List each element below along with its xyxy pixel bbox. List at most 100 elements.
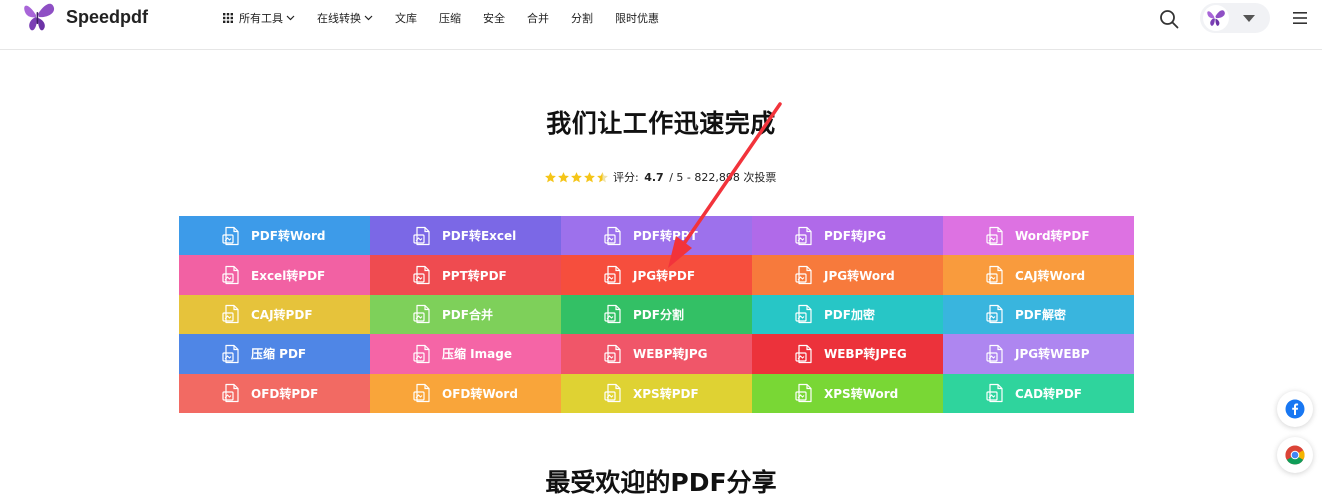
excel-to-pdf-icon [222, 265, 239, 285]
user-menu[interactable] [1200, 3, 1270, 33]
tool-tile[interactable]: PDF转Excel [370, 216, 561, 256]
tool-label: PDF分割 [633, 307, 684, 322]
pdf-to-jpg-icon [795, 226, 812, 245]
rating-stars [544, 171, 609, 184]
nav-label: 文库 [395, 12, 417, 25]
tool-label: PDF合并 [442, 307, 493, 322]
tool-label: PPT转PDF [442, 268, 507, 283]
tool-label: PDF转Word [251, 229, 326, 244]
butterfly-logo-icon [24, 3, 55, 31]
tool-tile[interactable]: 压缩 PDF [179, 334, 370, 374]
tool-label: Excel转PDF [251, 268, 326, 283]
chrome-icon [1285, 445, 1305, 465]
nav-limited-offer[interactable]: 限时优惠 [615, 10, 659, 26]
section-heading: 最受欢迎的PDF分享 [545, 468, 777, 497]
tool-label: WEBP转JPG [633, 347, 708, 362]
nav-merge[interactable]: 合并 [527, 10, 549, 26]
search-icon[interactable] [1158, 8, 1180, 30]
chrome-extension-button[interactable] [1277, 437, 1313, 473]
star-icon [571, 171, 582, 182]
rating-line: 评分: 4.7 / 5 - 822,898 次投票 [544, 169, 776, 185]
nav-label: 限时优惠 [615, 12, 659, 25]
tool-tile[interactable]: PDF分割 [561, 294, 752, 335]
chevron-down-icon [364, 15, 373, 21]
tool-label: OFD转Word [442, 386, 518, 401]
word-to-pdf-icon [986, 226, 1003, 245]
nav-compress[interactable]: 压缩 [439, 10, 461, 26]
tool-tile[interactable]: Excel转PDF [179, 255, 370, 295]
nav-label: 压缩 [439, 12, 461, 25]
tool-tile[interactable]: WEBP转JPEG [752, 334, 943, 374]
nav-all-tools[interactable]: 所有工具 [220, 10, 295, 26]
nav-security[interactable]: 安全 [483, 10, 505, 26]
page-title: 我们让工作迅速完成 [546, 109, 776, 138]
tool-tile[interactable]: 压缩 Image [370, 334, 561, 374]
tool-label: JPG转Word [824, 268, 895, 283]
tool-tile[interactable]: Word转PDF [943, 216, 1134, 256]
tool-tile[interactable]: PDF转Word [179, 216, 370, 256]
webp-to-jpeg-icon [795, 344, 812, 363]
tool-tile[interactable]: CAJ转PDF [179, 294, 370, 335]
star-icon [545, 171, 556, 182]
ppt-to-pdf-icon [413, 265, 430, 285]
tool-tile[interactable]: XPS转PDF [561, 373, 752, 413]
butterfly-avatar-icon [1207, 10, 1225, 26]
logo[interactable]: Speedpdf [22, 2, 148, 32]
tool-tile[interactable]: PDF解密 [943, 294, 1134, 335]
ofd-to-pdf-icon [222, 384, 239, 403]
tool-label: PDF转JPG [824, 229, 887, 244]
tool-tile[interactable]: PDF加密 [752, 294, 943, 335]
caj-to-pdf-icon [222, 305, 239, 324]
tool-tile[interactable]: PDF合并 [370, 294, 561, 335]
pdf-to-ppt-icon [604, 226, 621, 245]
webp-to-jpg-icon [604, 344, 621, 363]
tool-tile[interactable]: OFD转Word [370, 373, 561, 413]
pdf-to-word-icon [222, 226, 239, 245]
tool-tile[interactable]: JPG转PDF [561, 255, 752, 295]
hamburger-menu-icon[interactable] [1292, 10, 1308, 26]
unlock-icon [986, 305, 1003, 324]
tool-tile[interactable]: CAD转PDF [943, 373, 1134, 413]
facebook-icon [1285, 399, 1305, 419]
xps-to-pdf-icon [604, 384, 621, 403]
facebook-share-button[interactable] [1277, 391, 1313, 427]
tool-tile[interactable]: PDF转PPT [561, 216, 752, 256]
chevron-down-icon [286, 15, 295, 21]
xps-to-word-icon [795, 384, 812, 403]
tool-tile[interactable]: CAJ转Word [943, 255, 1134, 295]
pdf-to-excel-icon [413, 226, 430, 245]
tool-tile[interactable]: PDF转JPG [752, 216, 943, 256]
cad-to-pdf-icon [986, 384, 1003, 403]
jpg-to-webp-icon [986, 344, 1003, 363]
tool-tile[interactable]: WEBP转JPG [561, 334, 752, 374]
nav-label: 在线转换 [317, 12, 361, 25]
tool-label: XPS转Word [824, 386, 899, 401]
top-header: Speedpdf 所有工具 在线转换 文库 压缩 安全 合并 分割 限时优惠 [0, 0, 1322, 50]
avatar [1203, 5, 1229, 31]
tool-tile[interactable]: JPG转Word [752, 255, 943, 295]
compress-pdf-icon [222, 344, 239, 363]
half-star-icon [597, 171, 608, 182]
tool-label: XPS转PDF [633, 386, 699, 401]
nav-online-convert[interactable]: 在线转换 [317, 10, 373, 26]
main-nav: 所有工具 在线转换 文库 压缩 安全 合并 分割 限时优惠 [220, 10, 681, 26]
nav-label: 分割 [571, 12, 593, 25]
tool-label: CAJ转PDF [251, 307, 313, 322]
grid-icon [223, 13, 233, 23]
tool-label: CAD转PDF [1015, 386, 1083, 401]
nav-library[interactable]: 文库 [395, 10, 417, 26]
tool-tile[interactable]: XPS转Word [752, 373, 943, 413]
tool-label: 压缩 Image [442, 347, 512, 362]
tool-tile[interactable]: JPG转WEBP [943, 334, 1134, 374]
rating-prefix: 评分: [613, 171, 639, 184]
star-icon [584, 171, 595, 182]
brand-name: Speedpdf [66, 7, 149, 27]
jpg-to-pdf-icon [604, 265, 621, 285]
tool-label: WEBP转JPEG [824, 347, 907, 362]
tool-tile[interactable]: OFD转PDF [179, 373, 370, 413]
tool-tile[interactable]: PPT转PDF [370, 255, 561, 295]
lock-icon [795, 305, 812, 324]
tool-label: JPG转PDF [633, 268, 696, 283]
nav-split[interactable]: 分割 [571, 10, 593, 26]
caret-down-icon [1243, 14, 1255, 22]
